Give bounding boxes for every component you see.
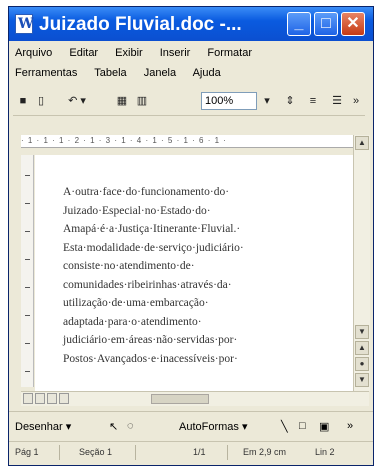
status-divider bbox=[59, 445, 60, 460]
text-line: judiciário·em·áreas·não·servidas·por· bbox=[63, 334, 238, 346]
menu-tabela[interactable]: Tabela bbox=[94, 67, 126, 79]
status-pages: 1/1 bbox=[193, 447, 206, 457]
text-line: Amapá·é·a·Justiça·Itinerante·Fluvial.· bbox=[63, 223, 241, 235]
status-position: Em 2,9 cm bbox=[243, 447, 287, 457]
scroll-up-icon[interactable]: ▲ bbox=[355, 136, 369, 150]
ruler-tick bbox=[25, 343, 30, 344]
word-window: Juizado Fluvial.doc -... _ □ ✕ Arquivo E… bbox=[8, 6, 374, 466]
word-app-icon[interactable] bbox=[15, 14, 34, 34]
ruler-tick bbox=[25, 231, 30, 232]
text-line: Postos·Avançados·e·inacessíveis·por· bbox=[63, 352, 238, 365]
bullets-icon[interactable]: ☰ bbox=[329, 91, 345, 111]
title-bar[interactable]: Juizado Fluvial.doc -... _ □ ✕ bbox=[9, 7, 373, 41]
document-page[interactable]: A·outra·face·do·funcionamento·do· Juizad… bbox=[35, 155, 353, 391]
text-line: comunidades·ribeirinhas·através·da· bbox=[63, 278, 232, 291]
textbox-tool-icon[interactable]: ▣ bbox=[319, 420, 329, 433]
toolbar-options-icon[interactable]: » bbox=[351, 91, 361, 111]
vertical-scrollbar[interactable]: ▲ ▼ ▲ ● ▼ bbox=[353, 135, 370, 391]
text-line: Juizado·Especial·no·Estado·do· bbox=[63, 204, 211, 217]
menu-arquivo[interactable]: Arquivo bbox=[15, 47, 52, 59]
autoformas-menu[interactable]: AutoFormas ▾ bbox=[179, 420, 248, 433]
status-line: Lin 2 bbox=[315, 447, 335, 457]
status-section: Seção 1 bbox=[79, 447, 113, 457]
scroll-down-icon[interactable]: ▼ bbox=[355, 325, 369, 339]
text-line: utilização·de·uma·embarcação· bbox=[63, 297, 209, 309]
normal-view-icon[interactable] bbox=[23, 393, 33, 404]
menu-inserir[interactable]: Inserir bbox=[160, 47, 191, 59]
align-justify-icon[interactable]: ≡ bbox=[305, 91, 321, 111]
menu-janela[interactable]: Janela bbox=[144, 67, 176, 79]
line-spacing-icon[interactable]: ⇕ bbox=[283, 91, 297, 111]
zoom-select[interactable]: 100% bbox=[201, 92, 257, 110]
drawing-options-icon[interactable]: » bbox=[347, 420, 353, 432]
web-layout-icon[interactable] bbox=[35, 393, 45, 404]
status-divider bbox=[227, 445, 228, 460]
menu-exibir[interactable]: Exibir bbox=[115, 47, 143, 59]
text-line: consiste·no·atendimento·de· bbox=[63, 260, 195, 272]
text-line: adaptada·para·o·atendimento· bbox=[63, 315, 202, 328]
horizontal-scroll-thumb[interactable] bbox=[151, 394, 209, 404]
ruler-tick bbox=[25, 315, 30, 316]
document-text[interactable]: A·outra·face·do·funcionamento·do· Juizad… bbox=[63, 183, 351, 368]
ruler-tick bbox=[25, 371, 30, 372]
menu-ferramentas[interactable]: Ferramentas bbox=[15, 67, 77, 79]
status-page: Pág 1 bbox=[15, 447, 39, 457]
previous-page-icon[interactable]: ▲ bbox=[355, 341, 369, 355]
text-line: A·outra·face·do·funcionamento·do· bbox=[63, 186, 230, 198]
menu-ajuda[interactable]: Ajuda bbox=[193, 67, 221, 79]
window-title: Juizado Fluvial.doc -... bbox=[39, 14, 242, 35]
outline-view-icon[interactable] bbox=[59, 393, 69, 404]
columns-icon[interactable]: ▥ bbox=[133, 91, 151, 111]
menu-editar[interactable]: Editar bbox=[69, 47, 98, 59]
ruler-tick bbox=[25, 287, 30, 288]
undo-icon[interactable]: ↶ ▾ bbox=[65, 91, 89, 111]
vertical-ruler[interactable] bbox=[21, 155, 34, 387]
drawing-toolbar: Desenhar ▾ ↖ ◌ AutoFormas ▾ ╲ □ ▣ » bbox=[9, 411, 373, 440]
line-tool-icon[interactable]: ╲ bbox=[281, 420, 288, 433]
next-page-icon[interactable]: ▼ bbox=[355, 373, 369, 387]
ruler-tick bbox=[25, 259, 30, 260]
desenhar-menu[interactable]: Desenhar ▾ bbox=[15, 420, 71, 433]
horizontal-scrollbar[interactable] bbox=[21, 391, 369, 406]
ruler-tick bbox=[25, 203, 30, 204]
zoom-dropdown-icon[interactable]: ▾ bbox=[261, 91, 273, 111]
save-icon[interactable]: ■ bbox=[15, 91, 31, 111]
rectangle-tool-icon[interactable]: □ bbox=[299, 420, 306, 432]
autoshapes-cursor-icon[interactable]: ◌ bbox=[127, 420, 134, 432]
maximize-button[interactable]: □ bbox=[314, 12, 338, 36]
select-objects-icon[interactable]: ↖ bbox=[109, 420, 118, 433]
print-layout-icon[interactable] bbox=[47, 393, 57, 404]
print-preview-icon[interactable]: ▯ bbox=[33, 91, 49, 111]
menu-row-2: Ferramentas Tabela Janela Ajuda bbox=[15, 67, 235, 83]
close-button[interactable]: ✕ bbox=[341, 12, 365, 36]
horizontal-ruler[interactable]: · 1 · 1 · 1 · 2 · 1 · 3 · 1 · 4 · 1 · 5 … bbox=[21, 135, 361, 148]
menu-row-1: Arquivo Editar Exibir Inserir Formatar bbox=[15, 47, 266, 63]
menu-formatar[interactable]: Formatar bbox=[207, 47, 252, 59]
minimize-button[interactable]: _ bbox=[287, 12, 311, 36]
browse-object-icon[interactable]: ● bbox=[355, 357, 369, 371]
status-bar: Pág 1 Seção 1 1/1 Em 2,9 cm Lin 2 bbox=[9, 441, 373, 464]
standard-toolbar: ■ ▯ ↶ ▾ ▦ ▥ 100% ▾ ⇕ ≡ ☰ » bbox=[13, 89, 365, 116]
text-line: Esta·modalidade·de·serviço·judiciário· bbox=[63, 241, 244, 254]
table-icon[interactable]: ▦ bbox=[113, 91, 131, 111]
status-divider bbox=[135, 445, 136, 460]
ruler-tick bbox=[25, 175, 30, 176]
